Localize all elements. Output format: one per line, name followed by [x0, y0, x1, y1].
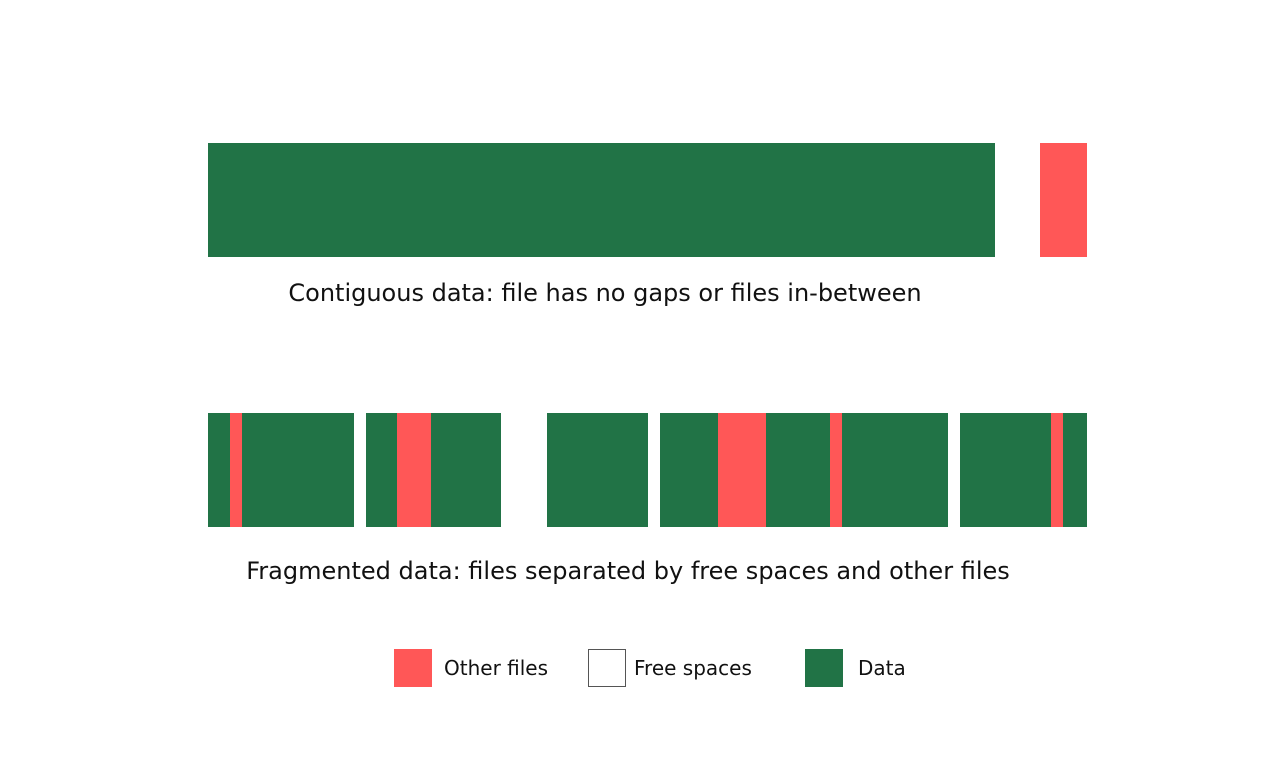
- contiguous-data-block: [208, 143, 995, 257]
- data-fragment: [960, 413, 1087, 527]
- other-file-block: [830, 413, 842, 527]
- other-file-block: [1040, 143, 1087, 257]
- data-fragment: [547, 413, 648, 527]
- other-file-block: [718, 413, 766, 527]
- legend-label-free-spaces: Free spaces: [634, 656, 752, 680]
- other-file-block: [397, 413, 431, 527]
- legend-label-data: Data: [858, 656, 906, 680]
- legend-label-other-files: Other files: [444, 656, 549, 680]
- other-file-block: [230, 413, 242, 527]
- legend-swatch-free-spaces: [588, 649, 626, 687]
- legend-swatch-other-files: [394, 649, 432, 687]
- fragmented-caption: Fragmented data: files separated by free…: [246, 557, 1010, 585]
- legend-swatch-data: [805, 649, 843, 687]
- data-fragment: [660, 413, 948, 527]
- data-fragment: [366, 413, 501, 527]
- contiguous-caption: Contiguous data: file has no gaps or fil…: [288, 279, 922, 307]
- other-file-block: [1051, 413, 1063, 527]
